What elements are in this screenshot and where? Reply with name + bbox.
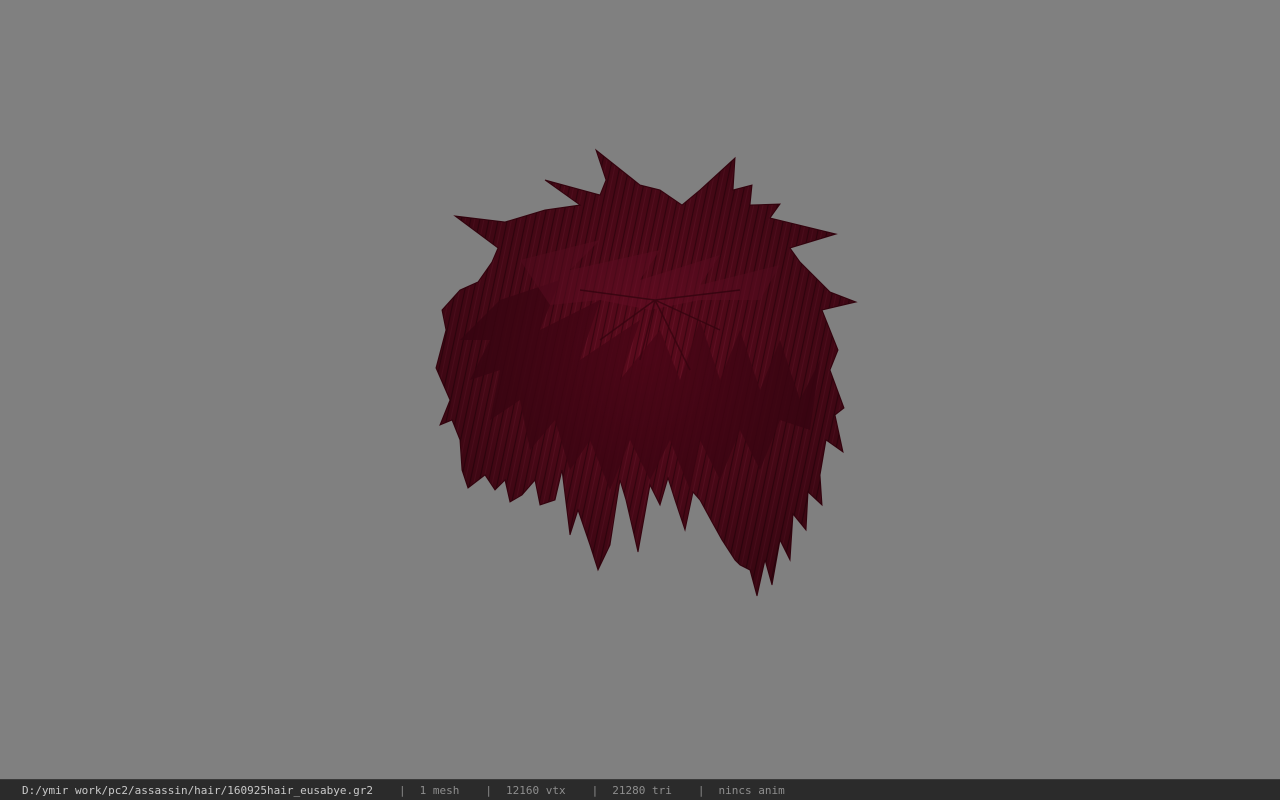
file-path: D:/ymir work/pc2/assassin/hair/160925hai… — [22, 783, 373, 797]
separator: | — [591, 783, 599, 797]
3d-viewport[interactable] — [0, 0, 1280, 779]
animation-status: nincs anim — [718, 783, 785, 797]
vertex-count: 12160 vtx — [506, 783, 566, 797]
separator: | — [485, 783, 492, 797]
separator: | — [697, 783, 705, 797]
mesh-count: 1 mesh — [419, 783, 460, 797]
status-bar: D:/ymir work/pc2/assassin/hair/160925hai… — [0, 779, 1280, 800]
separator: | — [399, 783, 406, 797]
hair-model — [435, 148, 858, 597]
triangle-count: 21280 tri — [612, 783, 672, 797]
